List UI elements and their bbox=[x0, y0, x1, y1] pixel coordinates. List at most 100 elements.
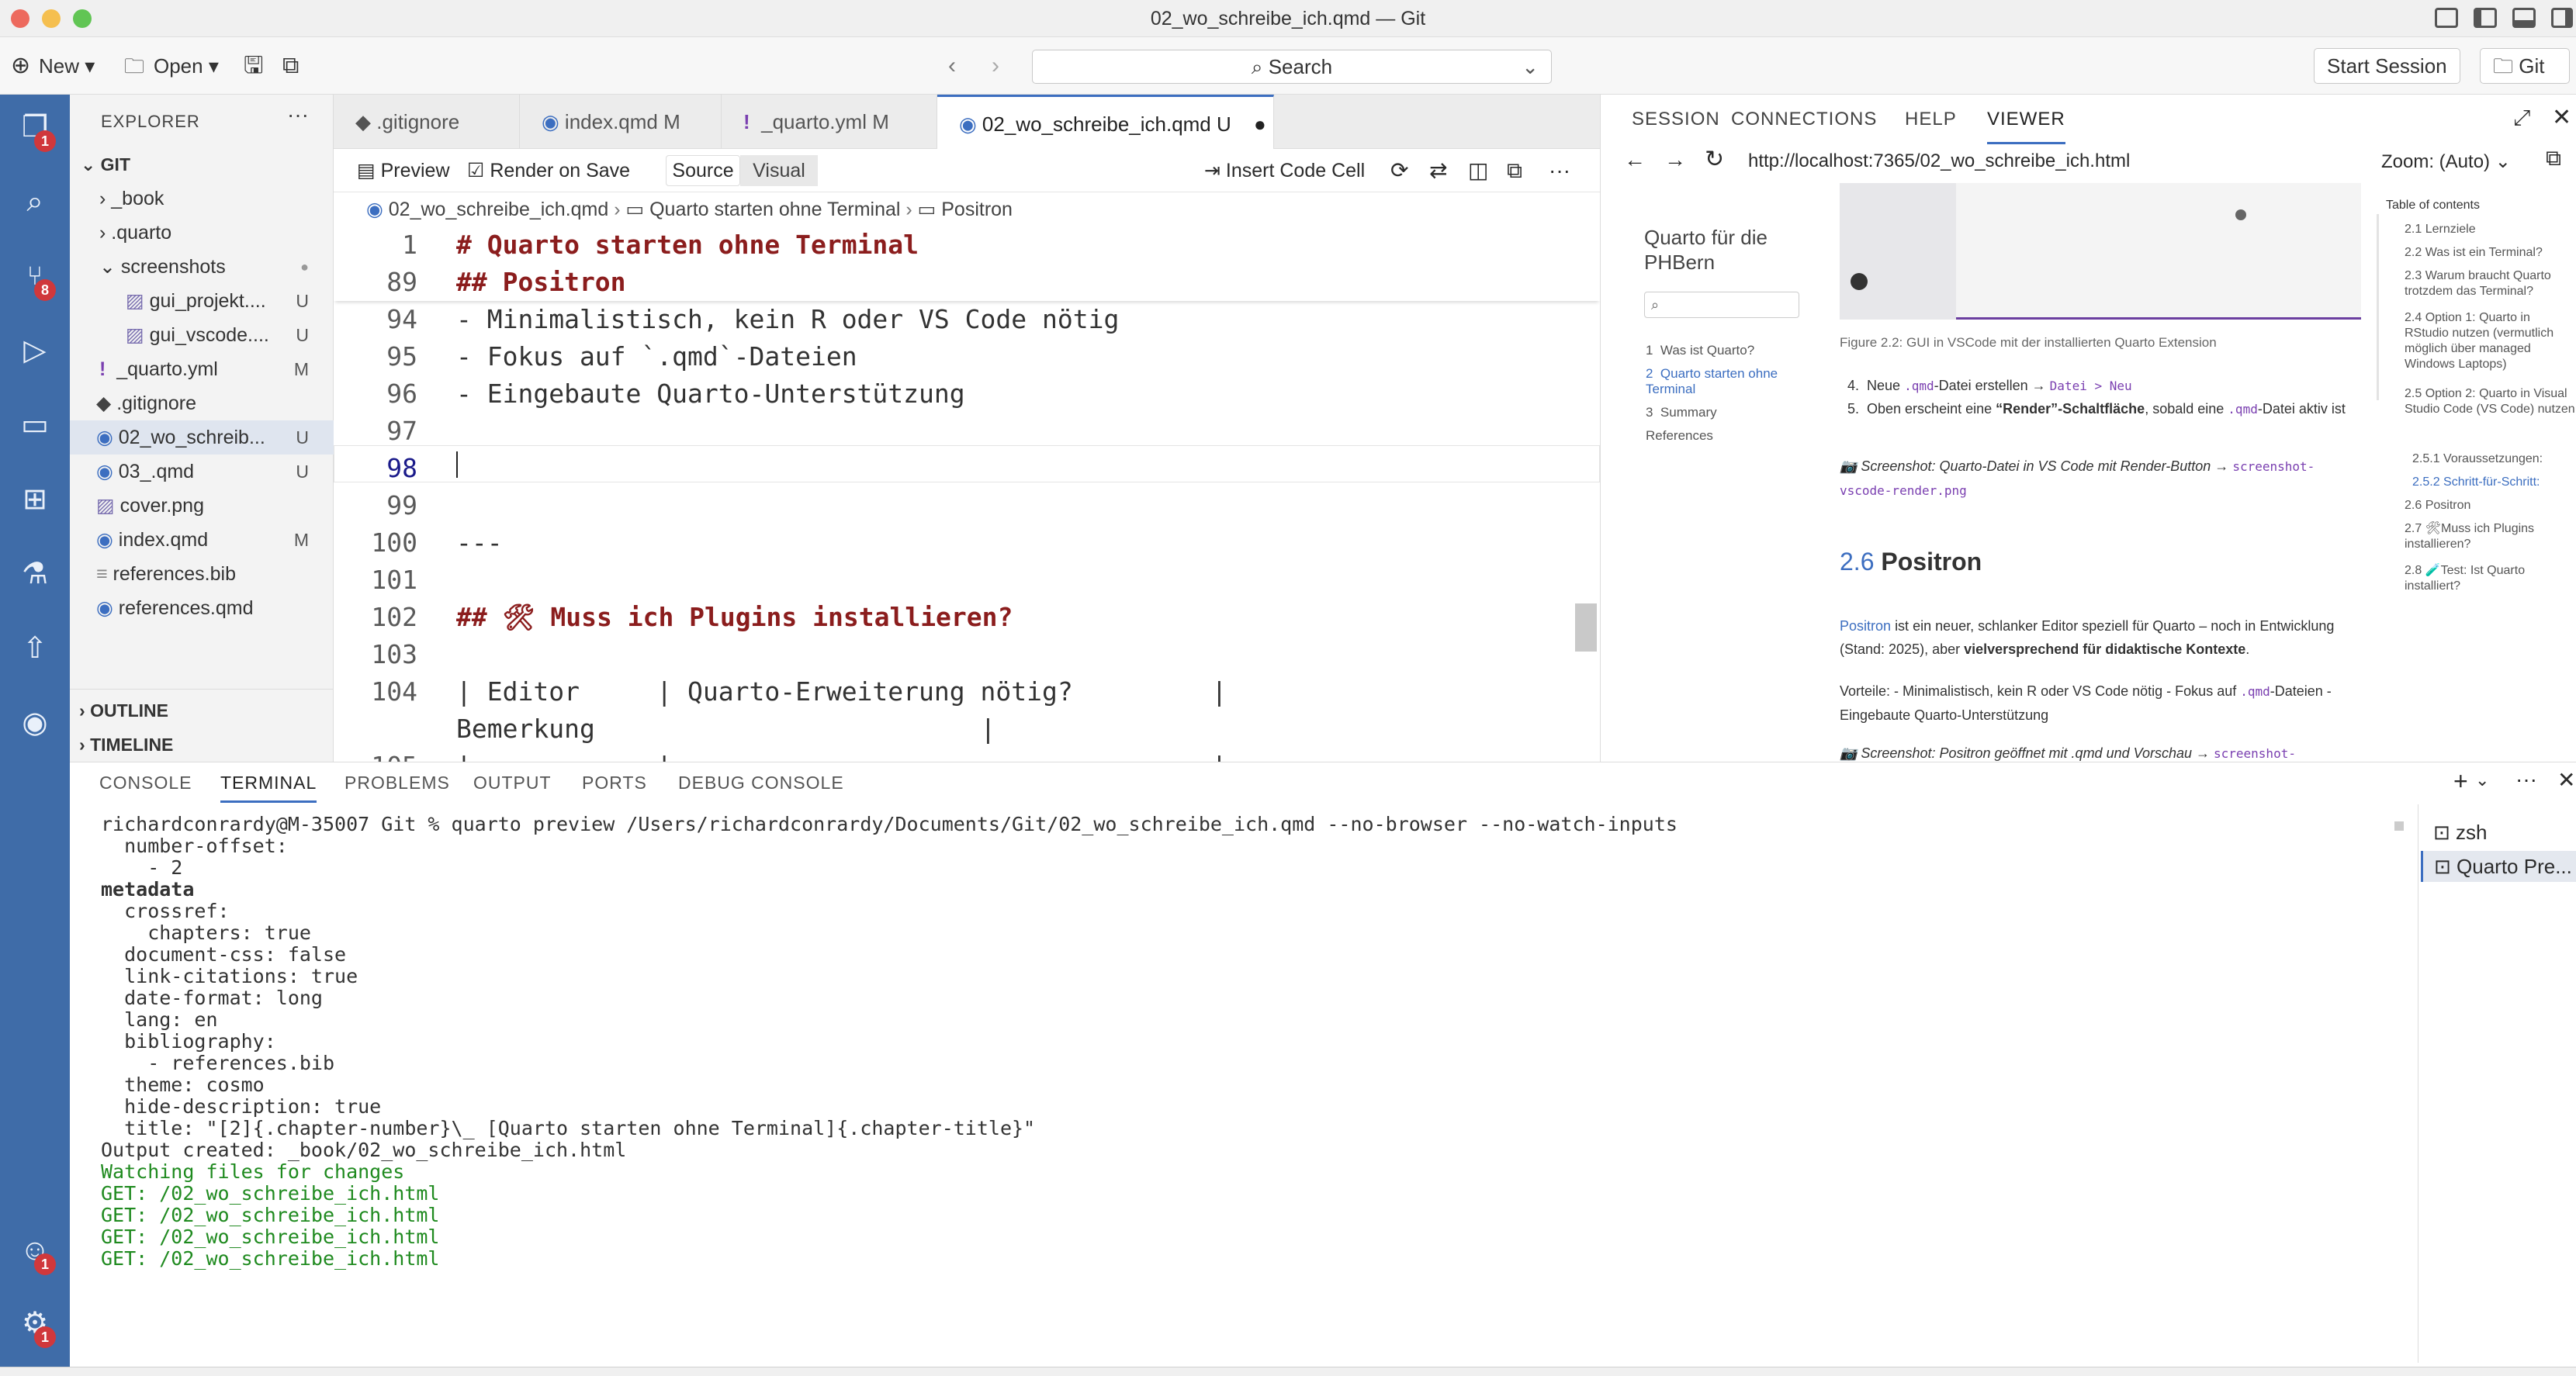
more-actions-icon[interactable]: ··· bbox=[2515, 767, 2537, 792]
tab-terminal[interactable]: TERMINAL bbox=[220, 762, 317, 803]
toc-item[interactable]: 2.7 🛠Muss ich Plugins installieren? bbox=[2405, 521, 2575, 552]
extensions-icon[interactable]: ⊞ bbox=[16, 481, 54, 518]
tab-connections[interactable]: CONNECTIONS bbox=[1731, 95, 1877, 144]
toggle-sidebar-icon[interactable] bbox=[2474, 8, 2497, 28]
tab-quarto-yml[interactable]: ! _quarto.yml M bbox=[722, 95, 937, 149]
breadcrumb-subsection[interactable]: Positron bbox=[941, 199, 1013, 220]
positron-link[interactable]: Positron bbox=[1840, 618, 1891, 634]
toc-item[interactable]: 2.5.1 Voraussetzungen: bbox=[2412, 451, 2575, 467]
visual-mode-button[interactable]: Visual bbox=[740, 155, 818, 186]
toggle-secondary-sidebar-icon[interactable] bbox=[2551, 8, 2573, 28]
git-workspace-button[interactable]: 🗀 Git ▾ bbox=[2480, 48, 2570, 112]
tree-item-references-qmd[interactable]: ◉ references.qmd bbox=[70, 591, 334, 625]
tab-debug-console[interactable]: DEBUG CONSOLE bbox=[678, 762, 844, 803]
forward-arrow-icon[interactable]: › bbox=[992, 37, 999, 95]
tree-item-gui-projekt[interactable]: ▨ gui_projekt.... U bbox=[70, 284, 334, 318]
compare-changes-icon[interactable]: ⇄ bbox=[1429, 155, 1447, 186]
tree-item-gui-vscode[interactable]: ▨ gui_vscode.... U bbox=[70, 318, 334, 352]
viewer-back-icon[interactable]: ← bbox=[1624, 147, 1646, 172]
terminal-list-zsh[interactable]: ⊡ zsh bbox=[2433, 818, 2488, 846]
toc-item[interactable]: 2.2 Was ist ein Terminal? bbox=[2405, 245, 2575, 261]
split-editor-icon[interactable]: ◫ bbox=[1468, 155, 1488, 186]
tree-item-screenshots-folder[interactable]: ⌄ screenshots ● bbox=[70, 250, 334, 284]
terminal-scrollbar[interactable] bbox=[2394, 821, 2404, 831]
zoom-select[interactable]: Zoom: (Auto) ⌄ bbox=[2381, 150, 2511, 173]
tree-item-book-folder[interactable]: › _book bbox=[70, 182, 334, 216]
toc-item[interactable]: 2.5 Option 2: Quarto in Visual Studio Co… bbox=[2405, 386, 2575, 417]
viewer-forward-icon[interactable]: → bbox=[1664, 147, 1686, 172]
nav-item-was-ist-quarto[interactable]: 1 Was ist Quarto? bbox=[1646, 343, 1754, 358]
source-mode-button[interactable]: Source bbox=[666, 155, 740, 186]
new-terminal-icon[interactable]: + bbox=[2453, 767, 2468, 796]
command-search-box[interactable]: ⌕ Search ⌄ bbox=[1032, 50, 1552, 84]
tree-item-03-qmd[interactable]: ◉ 03_.qmd U bbox=[70, 455, 334, 489]
nav-item-references[interactable]: References bbox=[1646, 428, 1713, 444]
timeline-section[interactable]: › TIMELINE bbox=[70, 728, 334, 762]
search-icon[interactable]: ⌕ bbox=[16, 183, 54, 220]
nav-item-summary[interactable]: 3 Summary bbox=[1646, 405, 1717, 420]
book-title[interactable]: Quarto für die PHBern bbox=[1644, 225, 1792, 275]
publish-icon[interactable]: ⇧ bbox=[16, 630, 54, 667]
more-actions-icon[interactable]: ··· bbox=[287, 102, 309, 127]
insert-code-cell-button[interactable]: ⇥ Insert Code Cell bbox=[1204, 155, 1365, 186]
tree-item-index-qmd[interactable]: ◉ index.qmd M bbox=[70, 523, 334, 557]
outline-section[interactable]: › OUTLINE bbox=[70, 693, 334, 728]
tree-item-quarto-folder[interactable]: › .quarto bbox=[70, 216, 334, 250]
code-editor[interactable]: 1 # Quarto starten ohne Terminal 89 ## P… bbox=[334, 226, 1600, 762]
start-session-button[interactable]: Start Session bbox=[2314, 48, 2460, 84]
tab-output[interactable]: OUTPUT bbox=[473, 762, 552, 803]
open-in-browser-icon[interactable]: ⧉ bbox=[2546, 146, 2561, 171]
maximize-panel-icon[interactable]: ⤢ bbox=[2513, 105, 2530, 131]
tab-index-qmd[interactable]: ◉ index.qmd M bbox=[520, 95, 722, 149]
remote-explorer-icon[interactable]: ▭ bbox=[16, 406, 54, 444]
viewer-reload-icon[interactable]: ↻ bbox=[1705, 146, 1724, 173]
toggle-panel-icon[interactable] bbox=[2512, 8, 2536, 28]
save-icon[interactable]: 🖫 bbox=[244, 37, 264, 95]
toc-item[interactable]: 2.3 Warum braucht Quarto trotzdem das Te… bbox=[2405, 268, 2575, 299]
render-icon[interactable]: ⟳ bbox=[1390, 155, 1408, 186]
new-icon[interactable]: ⊕ bbox=[11, 37, 30, 95]
layout-toggle-icon[interactable] bbox=[2435, 8, 2458, 28]
more-actions-icon[interactable]: ··· bbox=[1549, 155, 1570, 186]
sidebar-search-input[interactable]: ⌕ bbox=[1644, 292, 1799, 318]
viewer-url[interactable]: http://localhost:7365/02_wo_schreibe_ich… bbox=[1748, 150, 2130, 172]
tree-item-cover-png[interactable]: ▨ cover.png bbox=[70, 489, 334, 523]
toc-item[interactable]: 2.4 Option 1: Quarto in RStudio nutzen (… bbox=[2405, 310, 2575, 372]
unsaved-dot-icon[interactable]: ● bbox=[1254, 112, 1266, 136]
tree-item-quarto-yml[interactable]: ! _quarto.yml M bbox=[70, 352, 334, 386]
explorer-root-folder[interactable]: ⌄ GIT bbox=[70, 147, 334, 182]
tab-session[interactable]: SESSION bbox=[1632, 95, 1720, 144]
toc-item[interactable]: 2.8 🧪Test: Ist Quarto installiert? bbox=[2405, 563, 2575, 594]
testing-icon[interactable]: ⚗ bbox=[16, 555, 54, 593]
breadcrumb-file[interactable]: 02_wo_schreibe_ich.qmd bbox=[389, 199, 609, 220]
tab-viewer[interactable]: VIEWER bbox=[1987, 95, 2065, 144]
new-button[interactable]: New ▾ bbox=[39, 37, 95, 95]
terminal-list-quarto-preview[interactable]: ⊡ Quarto Pre... bbox=[2421, 851, 2576, 882]
run-debug-icon[interactable]: ▷ bbox=[16, 332, 54, 369]
toc-item-active[interactable]: 2.5.2 Schritt-für-Schritt: bbox=[2412, 475, 2575, 490]
toc-item[interactable]: 2.6 Positron bbox=[2405, 498, 2575, 513]
chevron-down-icon[interactable]: ⌄ bbox=[2475, 770, 2489, 790]
tab-help[interactable]: HELP bbox=[1905, 95, 1957, 144]
open-button[interactable]: Open ▾ bbox=[154, 37, 219, 95]
close-panel-icon[interactable]: ✕ bbox=[2552, 104, 2571, 131]
tab-gitignore[interactable]: ◆ .gitignore bbox=[334, 95, 520, 149]
tree-item-gitignore[interactable]: ◆ .gitignore bbox=[70, 386, 334, 420]
render-on-save-checkbox[interactable]: ☑ Render on Save bbox=[467, 155, 630, 186]
preview-button[interactable]: ▤ Preview bbox=[357, 155, 450, 186]
nav-item-quarto-starten[interactable]: 2 Quarto starten ohne Terminal bbox=[1646, 366, 1801, 397]
terminal-output[interactable]: richardconrardy@M-35007 Git % quarto pre… bbox=[101, 814, 2413, 1357]
save-all-icon[interactable]: ⧉ bbox=[282, 37, 299, 95]
breadcrumb-section[interactable]: Quarto starten ohne Terminal bbox=[649, 199, 900, 220]
open-external-icon[interactable]: ⧉ bbox=[1507, 155, 1522, 186]
editor-scrollbar[interactable] bbox=[1575, 603, 1597, 652]
toc-item[interactable]: 2.1 Lernziele bbox=[2405, 222, 2575, 237]
close-panel-icon[interactable]: ✕ bbox=[2557, 767, 2575, 793]
tab-ports[interactable]: PORTS bbox=[582, 762, 647, 803]
github-icon[interactable]: ◉ bbox=[16, 704, 54, 742]
back-arrow-icon[interactable]: ‹ bbox=[948, 37, 956, 95]
tree-item-references-bib[interactable]: ≡ references.bib bbox=[70, 557, 334, 591]
tree-item-02-wo-schreibe[interactable]: ◉ 02_wo_schreib... U bbox=[70, 420, 334, 455]
tab-02-wo-schreibe[interactable]: ◉ 02_wo_schreibe_ich.qmd U ● bbox=[937, 95, 1274, 149]
tab-console[interactable]: CONSOLE bbox=[99, 762, 192, 803]
